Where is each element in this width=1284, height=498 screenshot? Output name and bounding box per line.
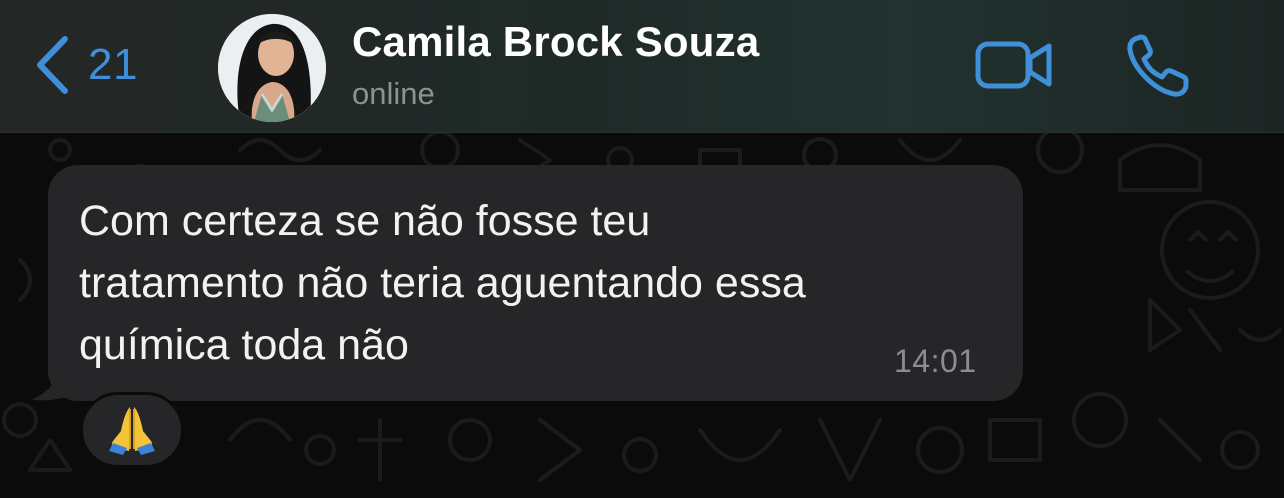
chevron-left-icon (34, 35, 70, 95)
contact-avatar[interactable] (218, 14, 326, 122)
back-button[interactable]: 21 (34, 30, 138, 100)
message-timestamp: 14:01 (894, 343, 977, 379)
contact-name[interactable]: Camila Brock Souza (352, 18, 759, 66)
voice-call-button[interactable] (1124, 30, 1194, 100)
message-reaction[interactable] (80, 392, 184, 468)
phone-icon (1124, 34, 1194, 104)
avatar-photo (218, 14, 326, 122)
video-call-button[interactable] (974, 38, 1054, 92)
folded-hands-emoji-icon (105, 401, 159, 460)
contact-status: online (352, 76, 435, 111)
unread-count: 21 (88, 40, 138, 89)
message-text: Com certeza se não fosse teu tratamento … (79, 197, 806, 369)
chat-screen: 21 Camila Brock Souza online Com certeza… (0, 0, 1284, 498)
chat-header: 21 Camila Brock Souza online (0, 0, 1284, 133)
video-camera-icon (974, 41, 1054, 96)
